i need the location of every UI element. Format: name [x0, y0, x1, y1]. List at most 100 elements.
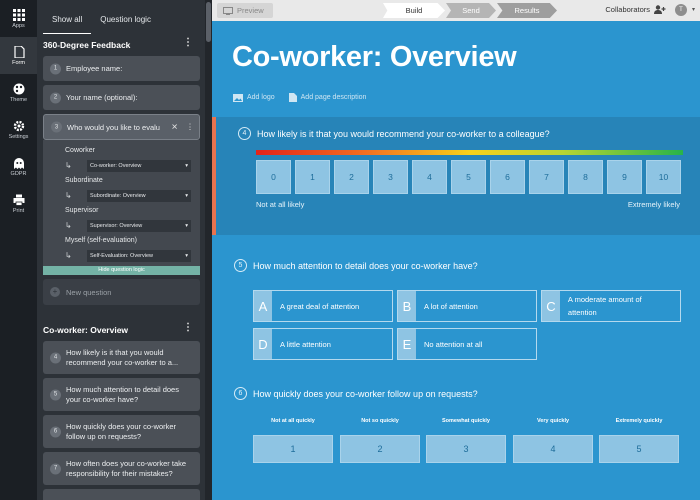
nps-option[interactable]: 10	[646, 160, 681, 194]
nps-option[interactable]: 2	[334, 160, 369, 194]
question-text: How often does your co-worker take respo…	[66, 458, 187, 478]
logic-target-select[interactable]: Self-Evaluation: Overview ▾	[87, 249, 191, 262]
rail-apps[interactable]: Apps	[0, 0, 37, 37]
scale-option[interactable]: 4	[513, 435, 593, 463]
tab-show-all[interactable]: Show all	[43, 15, 92, 34]
question-card[interactable]	[43, 489, 200, 500]
choice-option[interactable]: C A moderate amount of attention	[541, 290, 681, 322]
panel-scrollbar[interactable]	[205, 0, 212, 500]
rail-form[interactable]: Form	[0, 37, 37, 74]
step-results[interactable]: Results	[497, 3, 557, 18]
editor-panel: Show all Question logic 360-Degree Feedb…	[37, 0, 205, 500]
close-icon[interactable]: ✕	[171, 123, 178, 132]
logic-target-select[interactable]: Supervisor: Overview ▾	[87, 219, 191, 232]
page-title[interactable]: Co-worker: Overview	[232, 41, 517, 74]
question-block-nps[interactable]: 4 How likely is it that you would recomm…	[212, 117, 700, 235]
nps-option[interactable]: 5	[451, 160, 486, 194]
rail-form-label: Form	[12, 59, 25, 66]
question-card[interactable]: 2 Your name (optional):	[43, 85, 200, 110]
choice-option[interactable]: E No attention at all	[397, 328, 537, 360]
more-options-icon[interactable]: ⋮	[186, 123, 194, 132]
choice-option[interactable]: B A lot of attention	[397, 290, 537, 322]
new-question-button[interactable]: + New question	[43, 279, 200, 305]
scale-label: Extremely quickly	[615, 418, 663, 424]
choice-option[interactable]: D A little attention	[253, 328, 393, 360]
question-block-scale[interactable]: 6 How quickly does your co-worker follow…	[212, 381, 700, 491]
nps-option[interactable]: 7	[529, 160, 564, 194]
gear-icon	[13, 120, 24, 131]
question-text: How likely is it that you would recommen…	[66, 347, 179, 367]
rail-print[interactable]: Print	[0, 185, 37, 222]
question-text: How quickly does your co-worker follow u…	[253, 388, 478, 399]
chevron-down-icon[interactable]: ▾	[692, 6, 695, 13]
question-block-choice[interactable]: 5 How much attention to detail does your…	[212, 253, 700, 363]
scale-row: Not at all quickly Not so quickly Somewh…	[253, 418, 681, 468]
section-header: Co-worker: Overview ⋮	[37, 319, 205, 341]
logic-row: ↳ Co-worker: Overview ▾	[65, 157, 194, 174]
question-title: 5 How much attention to detail does your…	[234, 259, 478, 272]
rail-gdpr[interactable]: GDPR	[0, 148, 37, 185]
logic-target-value: Self-Evaluation: Overview	[90, 252, 153, 259]
question-logic-box: Coworker ↳ Co-worker: Overview ▾ Subordin…	[43, 140, 200, 266]
more-options-icon[interactable]: ⋮	[183, 323, 193, 333]
page-tools: Add logo Add page description	[233, 93, 366, 102]
question-title: 6 How quickly does your co-worker follow…	[234, 387, 478, 400]
nps-option[interactable]: 9	[607, 160, 642, 194]
logic-row: ↳ Supervisor: Overview ▾	[65, 217, 194, 234]
printer-icon	[13, 194, 24, 206]
rail-theme[interactable]: Theme	[0, 74, 37, 111]
scale-label: Not at all quickly	[271, 418, 315, 424]
more-options-icon[interactable]: ⋮	[183, 38, 193, 48]
chevron-down-icon: ▾	[185, 252, 188, 259]
nps-option[interactable]: 6	[490, 160, 525, 194]
logic-target-select[interactable]: Subordinate: Overview ▾	[87, 189, 191, 202]
add-logo-button[interactable]: Add logo	[233, 93, 275, 102]
question-card-selected[interactable]: 3 Who would you like to evalu ✕ ⋮	[43, 114, 200, 140]
tab-question-logic[interactable]: Question logic	[91, 15, 160, 34]
user-avatar[interactable]: T	[675, 4, 687, 16]
scale-option[interactable]: 3	[426, 435, 506, 463]
scale-option[interactable]: 2	[340, 435, 420, 463]
plus-icon: +	[50, 287, 60, 297]
nps-option[interactable]: 3	[373, 160, 408, 194]
question-card[interactable]: 5 How much attention to detail does your…	[43, 378, 200, 411]
rail-settings[interactable]: Settings	[0, 111, 37, 148]
question-card[interactable]: 4 How likely is it that you would recomm…	[43, 341, 200, 374]
question-card[interactable]: 1 Employee name:	[43, 56, 200, 81]
branch-arrow-icon: ↳	[65, 161, 72, 170]
add-description-label: Add page description	[300, 94, 367, 101]
question-number: 6	[234, 387, 247, 400]
choice-option[interactable]: A A great deal of attention	[253, 290, 393, 322]
rail-gdpr-label: GDPR	[10, 170, 27, 177]
step-send[interactable]: Send	[446, 3, 496, 18]
chevron-down-icon: ▾	[185, 192, 188, 199]
preview-button[interactable]: Preview	[217, 3, 273, 18]
collaborators-button[interactable]: Collaborators	[605, 5, 666, 14]
nps-option[interactable]: 1	[295, 160, 330, 194]
panel-tabs: Show all Question logic	[37, 0, 205, 34]
nps-option[interactable]: 0	[256, 160, 291, 194]
add-user-icon	[654, 5, 666, 14]
step-build[interactable]: Build	[383, 3, 445, 18]
collaborators-label: Collaborators	[605, 5, 650, 14]
logic-target-select[interactable]: Co-worker: Overview ▾	[87, 159, 191, 172]
gdpr-icon	[13, 157, 24, 169]
section-title: 360-Degree Feedback	[43, 40, 131, 50]
nps-option[interactable]: 4	[412, 160, 447, 194]
add-description-button[interactable]: Add page description	[288, 93, 367, 102]
scrollbar-thumb[interactable]	[206, 2, 211, 42]
scale-high-label: Extremely likely	[627, 200, 680, 209]
question-number: 5	[50, 389, 61, 400]
question-text: How much attention to detail does your c…	[66, 384, 179, 404]
hide-logic-button[interactable]: Hide question logic	[43, 266, 200, 275]
choice-text: A great deal of attention	[280, 301, 360, 311]
workflow-steps: Build Send Results	[383, 3, 558, 18]
scale-option[interactable]: 5	[599, 435, 679, 463]
question-card[interactable]: 7 How often does your co-worker take res…	[43, 452, 200, 485]
question-text: How likely is it that you would recommen…	[257, 128, 550, 139]
question-card[interactable]: 6 How quickly does your co-worker follow…	[43, 415, 200, 448]
branch-arrow-icon: ↳	[65, 191, 72, 200]
scale-option[interactable]: 1	[253, 435, 333, 463]
nps-option[interactable]: 8	[568, 160, 603, 194]
choice-text: A moderate amount of attention	[567, 295, 642, 317]
